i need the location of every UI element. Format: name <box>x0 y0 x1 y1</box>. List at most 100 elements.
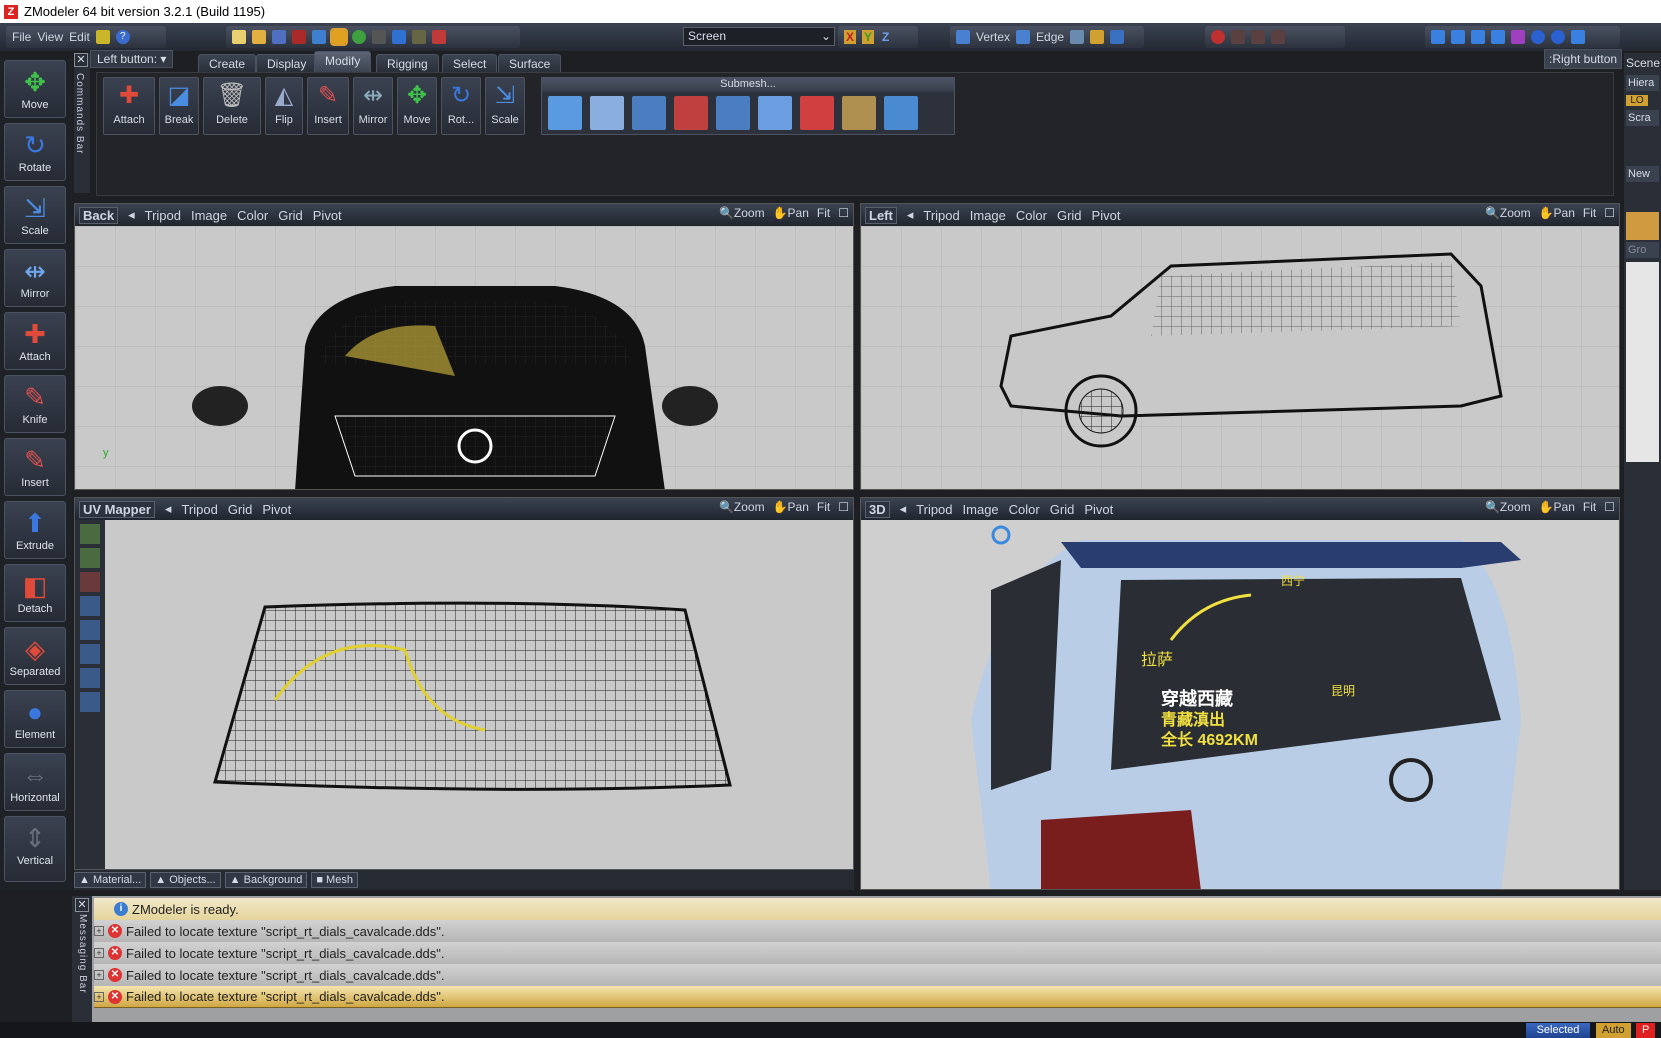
pan-button[interactable]: ✋Pan <box>1539 500 1575 514</box>
tool-knife[interactable]: ✎ Knife <box>4 375 66 433</box>
selected-badge[interactable]: Selected <box>1526 1023 1590 1038</box>
submesh-tool-icon[interactable] <box>548 96 582 130</box>
tab-select[interactable]: Select <box>442 54 498 72</box>
viewport-back[interactable]: Back ◂ Tripod Image Color Grid Pivot 🔍Zoo… <box>74 203 854 490</box>
new-button[interactable]: New <box>1626 166 1659 182</box>
axis-x-toggle[interactable]: X <box>844 30 857 44</box>
group-icon[interactable] <box>1626 212 1659 240</box>
pan-button[interactable]: ✋Pan <box>773 500 809 514</box>
uv-canvas[interactable] <box>105 520 853 869</box>
tool-attach[interactable]: ✚ Attach <box>4 312 66 370</box>
axis-y-toggle[interactable]: Y <box>862 30 875 44</box>
lo-button[interactable]: LO <box>1626 95 1648 106</box>
swap-icon[interactable] <box>432 30 446 44</box>
helper-icon[interactable] <box>1511 30 1525 44</box>
menu-grid[interactable]: Grid <box>1057 208 1082 223</box>
maximize-icon[interactable]: ☐ <box>1604 206 1615 220</box>
submesh-tool-icon[interactable] <box>800 96 834 130</box>
tab-rigging[interactable]: Rigging <box>376 54 439 72</box>
message-row[interactable]: i ZModeler is ready. <box>94 898 1661 920</box>
message-row[interactable]: + ✕ Failed to locate texture "script_rt_di… <box>94 942 1661 964</box>
move-button[interactable]: ✥ Move <box>397 77 437 135</box>
maximize-icon[interactable]: ☐ <box>1604 500 1615 514</box>
uv-tool-icon[interactable] <box>80 572 100 592</box>
fit-button[interactable]: Fit <box>1583 206 1596 220</box>
message-row[interactable]: + ✕ Failed to locate texture "script_rt_di… <box>94 964 1661 986</box>
redo-icon[interactable] <box>412 30 426 44</box>
menu-grid[interactable]: Grid <box>1050 502 1075 517</box>
tab-display[interactable]: Display <box>256 54 318 72</box>
axis-z-toggle[interactable]: Z <box>880 30 891 44</box>
auto-badge[interactable]: Auto <box>1596 1023 1631 1038</box>
menu-color[interactable]: Color <box>237 208 268 223</box>
export-icon[interactable] <box>330 28 348 46</box>
menu-pivot[interactable]: Pivot <box>1084 502 1113 517</box>
snap-icon[interactable] <box>1251 30 1265 44</box>
p-badge[interactable]: P <box>1636 1023 1656 1038</box>
submesh-tool-icon[interactable] <box>758 96 792 130</box>
menu-image[interactable]: Image <box>970 208 1006 223</box>
viewport-canvas[interactable]: 拉萨 昆明 西宁 穿越西藏 青藏滇出 全长 4692KM <box>861 520 1619 889</box>
coordinate-space-dropdown[interactable]: Screen ⌄ <box>683 27 835 46</box>
uv-tool-icon[interactable] <box>80 644 100 664</box>
expand-icon[interactable]: + <box>94 926 104 936</box>
fit-button[interactable]: Fit <box>1583 500 1596 514</box>
help-icon[interactable]: ? <box>115 30 130 44</box>
group-button[interactable]: Gro <box>1626 242 1659 258</box>
menu-grid[interactable]: Grid <box>228 502 253 517</box>
submesh-tool-icon[interactable] <box>842 96 876 130</box>
delete-button[interactable]: 🗑 Delete <box>203 77 261 135</box>
menu-grid[interactable]: Grid <box>278 208 303 223</box>
plane-icon[interactable] <box>1431 30 1445 44</box>
menu-tripod[interactable]: Tripod <box>145 208 181 223</box>
save-icon[interactable] <box>272 30 286 44</box>
cylinder-icon[interactable] <box>1491 30 1505 44</box>
close-icon[interactable]: ✕ <box>74 53 88 67</box>
right-button-dropdown[interactable]: :Right button <box>1544 49 1623 69</box>
submesh-title[interactable]: Submesh... <box>542 78 954 92</box>
magnet-icon[interactable] <box>1211 30 1225 44</box>
torus-icon[interactable] <box>1551 30 1565 44</box>
snap-icon[interactable] <box>1231 30 1245 44</box>
vertex-mode-icon[interactable] <box>956 30 970 44</box>
teapot-icon[interactable] <box>1571 30 1585 44</box>
hierarchy-list[interactable] <box>1626 262 1659 462</box>
uv-tool-icon[interactable] <box>80 620 100 640</box>
viewport-canvas[interactable] <box>861 226 1619 489</box>
close-icon[interactable]: ✕ <box>75 898 89 912</box>
tab-surface[interactable]: Surface <box>498 54 562 72</box>
zoom-button[interactable]: 🔍Zoom <box>1485 206 1531 220</box>
insert-button[interactable]: ✎ Insert <box>307 77 349 135</box>
tool-rotate[interactable]: ↻ Rotate <box>4 123 66 181</box>
submesh-tool-icon[interactable] <box>632 96 666 130</box>
menu-tripod[interactable]: Tripod <box>923 208 959 223</box>
menu-color[interactable]: Color <box>1016 208 1047 223</box>
pan-button[interactable]: ✋Pan <box>773 206 809 220</box>
tool-mirror[interactable]: ⇹ Mirror <box>4 249 66 307</box>
viewport-name[interactable]: UV Mapper <box>79 500 155 518</box>
break-button[interactable]: ◪ Break <box>159 77 199 135</box>
undo-icon[interactable] <box>392 30 406 44</box>
tool-vertical[interactable]: ⇕ Vertical <box>4 816 66 882</box>
calculator-icon[interactable] <box>372 30 386 44</box>
viewport-3d[interactable]: 3D ◂ Tripod Image Color Grid Pivot 🔍Zoom ✋… <box>860 497 1620 890</box>
viewport-name[interactable]: Left <box>865 206 897 224</box>
box-icon[interactable] <box>1471 30 1485 44</box>
maximize-icon[interactable]: ☐ <box>838 206 849 220</box>
submesh-tool-icon[interactable] <box>884 96 918 130</box>
tool-detach[interactable]: ◧ Detach <box>4 564 66 622</box>
submesh-tool-icon[interactable] <box>716 96 750 130</box>
tool-scale[interactable]: ⇲ Scale <box>4 186 66 244</box>
import-icon[interactable] <box>312 30 326 44</box>
tool-horizontal[interactable]: ⇔ Horizontal <box>4 753 66 811</box>
mirror-button[interactable]: ⇹ Mirror <box>353 77 393 135</box>
menu-pivot[interactable]: Pivot <box>1092 208 1121 223</box>
menu-view[interactable]: View <box>37 30 63 44</box>
render-icon[interactable] <box>352 30 366 44</box>
scale-button[interactable]: ⇲ Scale <box>485 77 525 135</box>
new-file-icon[interactable] <box>232 30 246 44</box>
attach-button[interactable]: ✚ Attach <box>103 77 155 135</box>
uv-tool-icon[interactable] <box>80 668 100 688</box>
zoom-button[interactable]: 🔍Zoom <box>719 206 765 220</box>
uv-tool-icon[interactable] <box>80 596 100 616</box>
